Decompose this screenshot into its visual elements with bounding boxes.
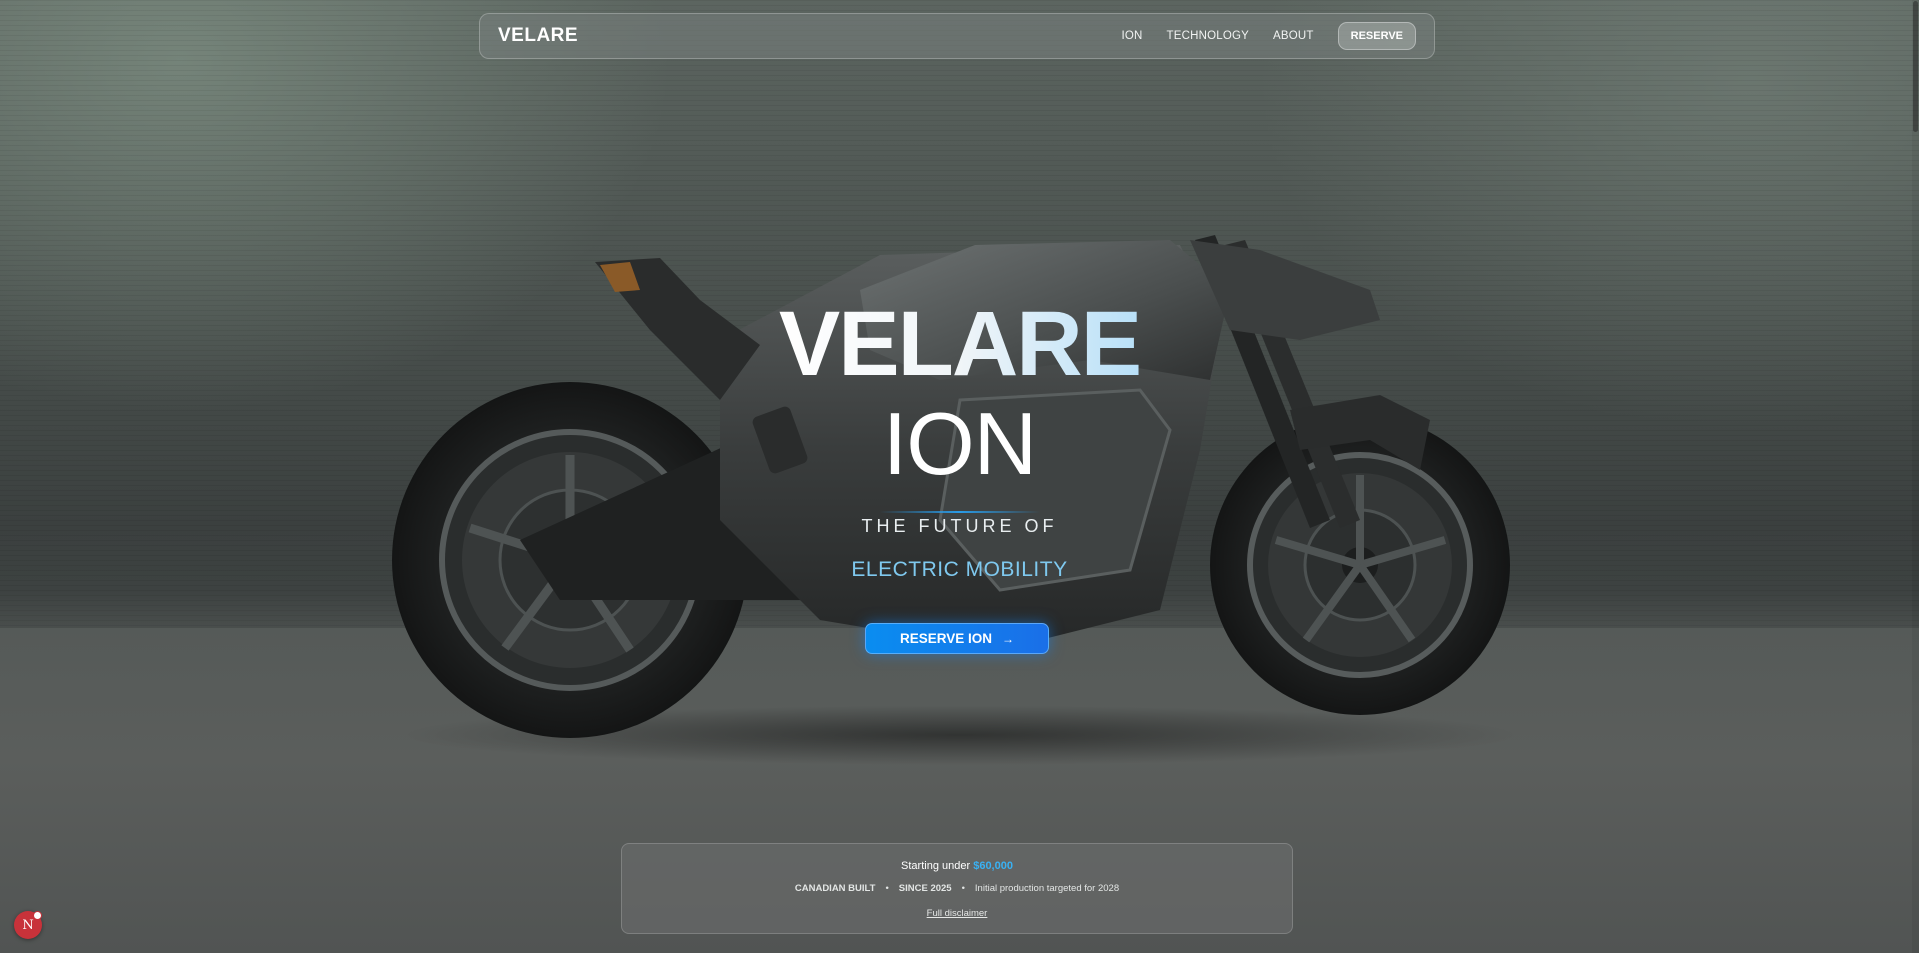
brand-logo[interactable]: VELARE: [498, 25, 578, 47]
top-navigation: VELARE ION TECHNOLOGY ABOUT RESERVE: [479, 13, 1435, 59]
notification-dot: [33, 911, 42, 920]
full-disclaimer-link[interactable]: Full disclaimer: [927, 908, 988, 919]
nextjs-dev-indicator-icon[interactable]: N: [14, 911, 42, 939]
meta-since: SINCE 2025: [898, 883, 952, 894]
meta-production: Initial production targeted for 2028: [974, 883, 1120, 894]
meta-separator: •: [961, 883, 965, 894]
price-value: $60,000: [973, 860, 1013, 872]
nav-reserve-button[interactable]: RESERVE: [1337, 22, 1416, 50]
meta-separator: •: [885, 883, 889, 894]
price-line: Starting under $60,000: [622, 860, 1292, 872]
pricing-info-card: Starting under $60,000 CANADIAN BUILT • …: [621, 843, 1293, 934]
disclaimer-line: Full disclaimer: [622, 908, 1292, 919]
reserve-ion-label: RESERVE ION: [899, 631, 993, 646]
arrow-right-icon: →: [1002, 631, 1015, 646]
scrollbar-thumb[interactable]: [1913, 1, 1918, 132]
nav-link-about[interactable]: ABOUT: [1273, 30, 1314, 42]
hero-subtitle: ION: [882, 394, 1037, 493]
page: VELARE ION TECHNOLOGY ABOUT RESERVE VELA…: [0, 0, 1919, 953]
reserve-ion-button[interactable]: RESERVE ION →: [865, 623, 1049, 654]
dev-badge-letter: N: [22, 917, 34, 933]
tagline-top: THE FUTURE OF: [861, 516, 1058, 536]
price-prefix: Starting under: [901, 860, 971, 872]
hero-title-wrapper: VELARE: [0, 298, 1919, 390]
meta-built: CANADIAN BUILT: [794, 883, 876, 894]
meta-line: CANADIAN BUILT • SINCE 2025 • Initial pr…: [622, 883, 1292, 894]
nav-link-ion[interactable]: ION: [1121, 30, 1142, 42]
nav-link-technology[interactable]: TECHNOLOGY: [1166, 30, 1249, 42]
accent-divider: [880, 511, 1040, 513]
nav-links: ION TECHNOLOGY ABOUT RESERVE: [1097, 22, 1416, 50]
page-scrollbar[interactable]: [1912, 0, 1919, 953]
tagline-bottom: ELECTRIC MOBILITY: [851, 558, 1068, 581]
hero-title: VELARE: [778, 293, 1142, 395]
